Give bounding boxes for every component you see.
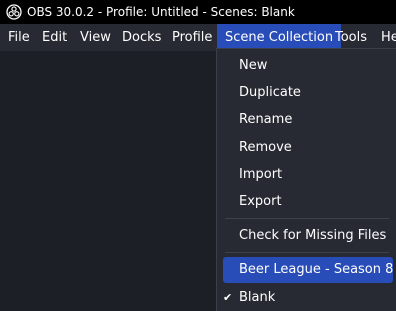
menu-item-check-missing-files[interactable]: Check for Missing Files <box>223 223 391 249</box>
menu-item-collection-blank[interactable]: ✔ Blank <box>223 285 391 311</box>
checkmark-icon: ✔ <box>223 291 233 304</box>
menu-profile[interactable]: Profile <box>172 24 212 51</box>
menu-tools[interactable]: Tools <box>335 24 367 51</box>
menu-help[interactable]: He <box>381 24 396 51</box>
menu-file[interactable]: File <box>8 24 30 51</box>
menu-item-new[interactable]: New <box>223 53 391 79</box>
menu-item-export-label: Export <box>239 194 282 209</box>
title-bar: OBS 30.0.2 - Profile: Untitled - Scenes:… <box>0 0 396 24</box>
menu-item-import-label: Import <box>239 167 283 182</box>
obs-logo-icon <box>6 4 22 20</box>
collection-label: Beer League - Season 8 <box>239 262 394 277</box>
collection-label: Blank <box>239 290 276 305</box>
menu-bar: File Edit View Docks Profile Scene Colle… <box>0 24 396 51</box>
menu-separator <box>225 218 389 219</box>
menu-view[interactable]: View <box>80 24 111 51</box>
menu-docks[interactable]: Docks <box>122 24 161 51</box>
menu-item-rename-label: Rename <box>239 112 293 127</box>
menu-item-duplicate[interactable]: Duplicate <box>223 80 391 106</box>
menu-item-export[interactable]: Export <box>223 189 391 215</box>
menu-item-collection-beer-league[interactable]: Beer League - Season 8 <box>223 257 393 283</box>
menu-edit[interactable]: Edit <box>42 24 67 51</box>
menu-item-remove-label: Remove <box>239 140 292 155</box>
scene-collection-dropdown: New Duplicate Rename Remove Import Expor… <box>216 48 396 311</box>
menu-item-remove[interactable]: Remove <box>223 135 391 161</box>
menu-item-new-label: New <box>239 58 268 73</box>
menu-item-check-missing-files-label: Check for Missing Files <box>239 228 387 243</box>
menu-scene-collection[interactable]: Scene Collection <box>217 24 342 51</box>
menu-item-import[interactable]: Import <box>223 162 391 188</box>
window-title: OBS 30.0.2 - Profile: Untitled - Scenes:… <box>27 5 295 19</box>
menu-item-duplicate-label: Duplicate <box>239 85 301 100</box>
menu-separator <box>225 252 389 253</box>
menu-item-rename[interactable]: Rename <box>223 107 391 133</box>
